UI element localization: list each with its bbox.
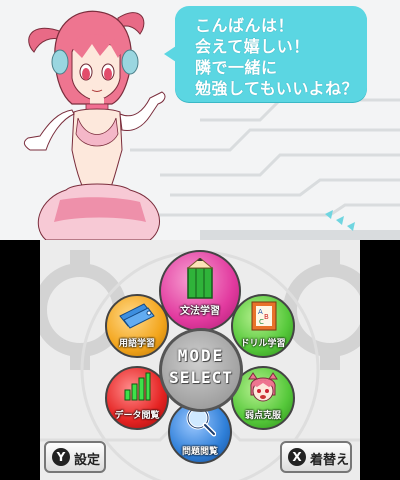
mode-button-drill[interactable]: A B C ドリル学習 <box>231 294 295 358</box>
mode-button-grammar[interactable]: 文法学習 <box>159 250 241 332</box>
grammar-label: 文法学習 <box>180 306 220 317</box>
y-button-icon: Y <box>52 448 70 466</box>
terms-label: 用語学習 <box>118 339 155 349</box>
settings-button[interactable]: Y 設定 <box>44 441 106 473</box>
blue-cards-icon <box>119 303 155 329</box>
abc-book-icon: A B C <box>251 301 277 331</box>
mode-select-line2: SELECT <box>169 368 233 387</box>
settings-label: 設定 <box>74 453 101 468</box>
svg-text:A: A <box>258 308 263 316</box>
green-pencil-icon <box>186 258 214 299</box>
drill-label: ドリル学習 <box>240 339 286 349</box>
mode-select-hub: MODE SELECT <box>159 328 243 412</box>
questions-label: 問題閲覧 <box>181 447 218 457</box>
top-screen: こんばんは！ 会えて嬉しい！ 隣で一緒に 勉強してもいいよね？ <box>0 0 400 240</box>
bar-chart-icon <box>124 372 151 401</box>
mode-select-line1: MODE <box>177 346 225 365</box>
svg-text:B: B <box>264 313 269 321</box>
weakness-label: 弱点克服 <box>244 411 281 421</box>
speech-line-4: 勉強してもいいよね？ <box>195 79 359 98</box>
dressup-button[interactable]: X 着替え <box>280 441 352 473</box>
character-face-icon <box>248 372 278 402</box>
dressup-label: 着替え <box>310 453 350 468</box>
svg-text:C: C <box>259 318 264 326</box>
mode-button-terms[interactable]: 用語学習 <box>105 294 169 358</box>
data-label: データ閲覧 <box>114 411 160 421</box>
x-button-icon: X <box>288 448 306 466</box>
